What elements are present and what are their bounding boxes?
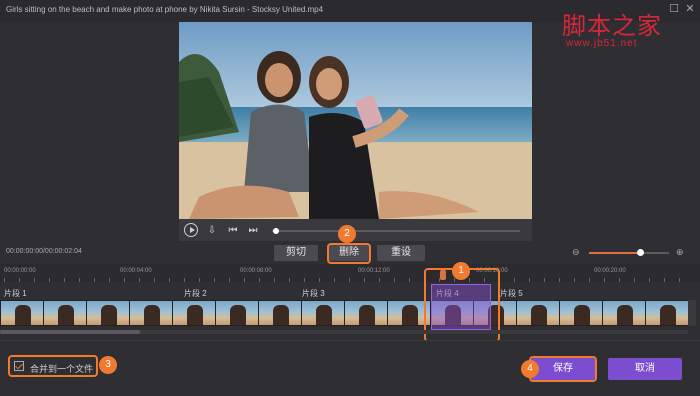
ruler-tick: [589, 278, 590, 282]
cut-button[interactable]: 剪切: [274, 245, 318, 261]
zoom-slider-handle[interactable]: [637, 249, 644, 256]
ruler-label: 00:00:12:00: [358, 268, 390, 274]
timecode-display: 00:00:00:00/00:00:02:04: [6, 248, 82, 255]
thumbnail-frame: [646, 301, 688, 325]
annotation-badge-2: 2: [338, 225, 356, 243]
thumbnail-frame: [173, 301, 215, 325]
thumbnail-frame: [1, 301, 43, 325]
ruler-tick: [229, 278, 230, 282]
annotation-badge-3: 3: [99, 356, 117, 374]
thumbnail-frame: [216, 301, 258, 325]
ruler-tick: [49, 278, 50, 282]
thumbnail-frame: [517, 301, 559, 325]
ruler-tick: [559, 278, 560, 282]
thumbnail-frame: [130, 301, 172, 325]
segment-label-1: 片段 1: [4, 289, 27, 298]
ruler-tick: [79, 278, 80, 282]
ruler-tick: [259, 278, 260, 282]
thumbnail-frame: [259, 301, 301, 325]
ruler-tick: [199, 278, 200, 282]
watermark-url: www.jb51.net: [566, 38, 638, 49]
scrubber-handle[interactable]: [273, 228, 279, 234]
thumbnail-frame: [44, 301, 86, 325]
playback-scrubber[interactable]: [272, 230, 520, 232]
ruler-tick: [139, 278, 140, 282]
zoom-out-icon[interactable]: ⊖: [572, 247, 580, 258]
ruler-tick: [304, 278, 305, 282]
ruler-tick: [409, 278, 410, 282]
ruler-tick: [574, 278, 575, 282]
ruler-tick: [94, 278, 95, 282]
zoom-slider-fill: [589, 252, 639, 254]
reset-button[interactable]: 重设: [377, 245, 425, 261]
annotation-box-merge: [8, 355, 98, 377]
segment-label-5: 片段 5: [500, 289, 523, 298]
ruler-tick: [169, 278, 170, 282]
ruler-tick: [274, 278, 275, 282]
ruler-tick: [124, 278, 125, 282]
window-title: Girls sitting on the beach and make phot…: [6, 5, 324, 14]
annotation-box-save: [529, 356, 597, 382]
video-preview: [179, 22, 532, 219]
thumbnail-frame: [560, 301, 602, 325]
ruler-tick: [364, 278, 365, 282]
ruler-tick: [34, 278, 35, 282]
annotation-box-delete: [327, 243, 371, 264]
ruler-tick: [319, 278, 320, 282]
timeline-thumbnail-strip[interactable]: [0, 300, 688, 326]
segment-label-2: 片段 2: [184, 289, 207, 298]
ruler-tick: [109, 278, 110, 282]
ruler-tick: [604, 278, 605, 282]
close-icon[interactable]: ✕: [684, 3, 696, 15]
vertical-scrollbar[interactable]: [688, 300, 696, 326]
ruler-tick: [529, 278, 530, 282]
ruler-label: 00:00:04:00: [120, 268, 152, 274]
thumbnail-frame: [302, 301, 344, 325]
ruler-tick: [64, 278, 65, 282]
thumbnail-frame: [345, 301, 387, 325]
ruler-tick: [379, 278, 380, 282]
ruler-tick: [289, 278, 290, 282]
ruler-label: 00:00:20:00: [594, 268, 626, 274]
ruler-label: 00:00:00:00: [4, 268, 36, 274]
cancel-button[interactable]: 取消: [608, 358, 682, 380]
ruler-tick: [349, 278, 350, 282]
ruler-tick: [664, 278, 665, 282]
video-frame-image: [179, 22, 532, 219]
previous-frame-icon[interactable]: ⏮: [226, 224, 240, 238]
ruler-tick: [514, 278, 515, 282]
ruler-tick: [544, 278, 545, 282]
watermark-logo: 脚本之家: [562, 12, 662, 40]
ruler-tick: [244, 278, 245, 282]
ruler-tick: [334, 278, 335, 282]
ruler-tick: [4, 278, 5, 282]
zoom-in-icon[interactable]: ⊕: [676, 247, 684, 258]
horizontal-scroll-thumb[interactable]: [0, 330, 140, 334]
ruler-tick: [394, 278, 395, 282]
ruler-tick: [634, 278, 635, 282]
ruler-label: 00:00:08:00: [240, 268, 272, 274]
annotation-badge-1: 1: [452, 262, 470, 280]
annotation-badge-4: 4: [521, 360, 539, 378]
play-icon[interactable]: [184, 223, 198, 237]
thumbnail-frame: [603, 301, 645, 325]
ruler-tick: [679, 278, 680, 282]
ruler-tick: [214, 278, 215, 282]
export-frame-icon[interactable]: ⇩: [205, 224, 219, 238]
ruler-tick: [619, 278, 620, 282]
next-frame-icon[interactable]: ⏭: [246, 224, 260, 238]
segment-label-3: 片段 3: [302, 289, 325, 298]
thumbnail-frame: [87, 301, 129, 325]
ruler-tick: [184, 278, 185, 282]
maximize-icon[interactable]: ☐: [668, 3, 680, 15]
ruler-tick: [649, 278, 650, 282]
ruler-tick: [19, 278, 20, 282]
ruler-tick: [154, 278, 155, 282]
